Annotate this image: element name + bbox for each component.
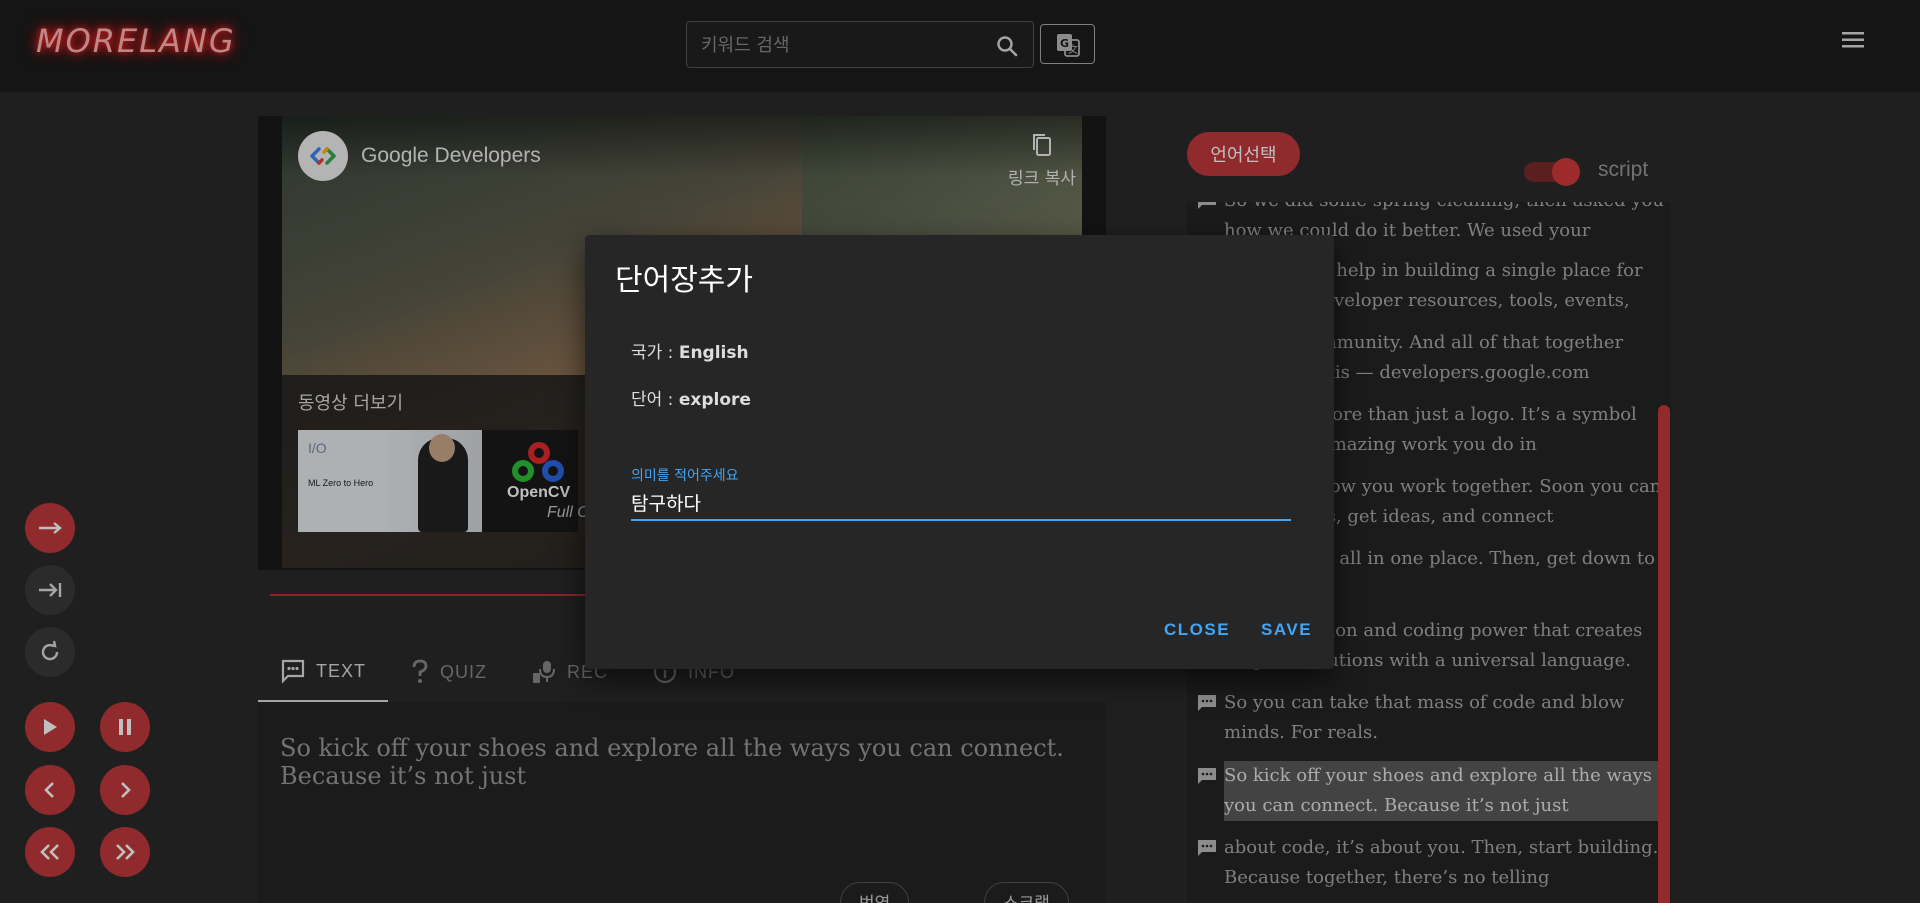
word-value: explore <box>678 390 751 410</box>
word-label: 단어 : <box>631 390 679 410</box>
word-row: 단어 : explore <box>631 385 751 410</box>
country-row: 국가 : English <box>631 338 749 363</box>
meaning-field-label: 의미를 적어주세요 <box>631 468 739 484</box>
save-button[interactable]: SAVE <box>1261 620 1312 640</box>
country-value: English <box>678 343 749 363</box>
meaning-input[interactable] <box>631 485 1291 521</box>
add-vocabulary-dialog: 단어장추가 국가 : English 단어 : explore 의미를 적어주세… <box>585 235 1334 669</box>
dialog-title: 단어장추가 <box>615 263 753 298</box>
close-button[interactable]: CLOSE <box>1164 620 1230 640</box>
country-label: 국가 : <box>631 343 679 363</box>
